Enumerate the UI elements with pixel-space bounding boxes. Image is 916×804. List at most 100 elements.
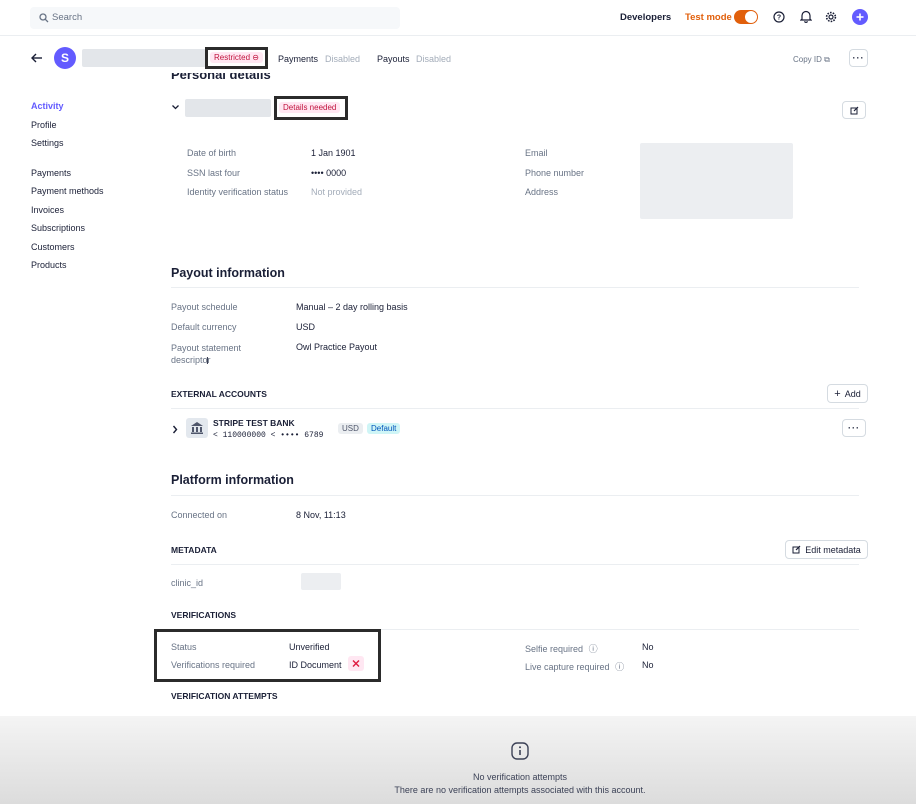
search-placeholder: Search [52,12,83,23]
live-capture-label: Live capture required ⓘ [525,660,624,673]
no-attempts-title: No verification attempts [472,772,568,782]
sidebar-item-activity[interactable]: Activity [31,101,151,120]
verification-attempts-heading: VERIFICATION ATTEMPTS [171,691,278,701]
sidebar-item-payment-methods[interactable]: Payment methods [31,186,151,205]
payouts-status: Disabled [416,54,452,64]
search-input[interactable]: Search [30,7,400,29]
test-mode-toggle[interactable] [734,10,758,24]
dob-value: 1 Jan 1901 [311,148,356,158]
copy-id-button[interactable]: Copy ID ⧉ [793,55,830,65]
account-more-button[interactable]: ··· [849,49,868,67]
restricted-icon: ⊖ [252,53,259,62]
clinic-id-label: clinic_id [171,578,204,588]
email-label: Email [525,148,548,158]
sidebar-item-payments[interactable]: Payments [31,168,151,187]
edit-metadata-button[interactable]: Edit metadata [785,540,868,559]
top-bar: Search Developers Test mode ? [0,0,916,36]
sidebar-item-customers[interactable]: Customers [31,242,151,261]
payout-schedule-value: Manual – 2 day rolling basis [296,302,408,312]
person-name-redacted [185,99,271,117]
details-needed-badge: Details needed [279,102,341,113]
copy-id-label: Copy ID [793,55,822,64]
clinic-id-redacted [301,573,341,590]
bank-currency-badge: USD [338,423,363,434]
sidebar-item-products[interactable]: Products [31,260,151,279]
bank-default-badge: Default [367,423,401,434]
verifications-heading: VERIFICATIONS [171,610,237,620]
metadata-divider [171,564,859,565]
verification-attempts-empty-state: No verification attempts There are no ve… [0,716,916,804]
platform-info-title: Platform information [171,473,294,487]
external-accounts-heading: EXTERNAL ACCOUNTS [171,389,267,399]
account-avatar: S [54,47,76,69]
collapse-chevron-icon[interactable] [171,104,180,111]
plus-icon [856,13,864,21]
toggle-knob [745,11,757,23]
search-icon [39,13,49,23]
add-external-account-button[interactable]: + Add [827,384,868,403]
test-mode-label: Test mode [685,12,732,23]
more-dots-icon: ··· [848,423,860,433]
copy-icon: ⧉ [824,55,830,64]
ssn-value: •••• 0000 [311,168,347,178]
payments-label: Payments [278,54,319,64]
edit-metadata-label: Edit metadata [805,544,861,555]
back-arrow-icon[interactable] [30,52,43,64]
metadata-heading: METADATA [171,545,217,555]
required-x-icon [348,656,364,671]
info-circle-icon [511,742,529,760]
edit-person-button[interactable] [842,101,866,119]
status-value: Unverified [289,642,330,652]
default-currency-value: USD [296,322,316,332]
identity-status-label: Identity verification status [187,187,289,197]
text-cursor-icon: I [206,356,209,367]
default-currency-label: Default currency [171,322,237,332]
dob-label: Date of birth [187,148,237,158]
contact-info-redacted [640,143,793,219]
bank-number: < 110000000 < •••• 6789 [213,431,324,440]
add-label: Add [844,388,861,399]
live-capture-value: No [642,660,654,670]
payouts-label: Payouts [377,54,410,64]
external-accounts-divider [171,408,859,409]
phone-label: Phone number [525,168,585,178]
developers-link[interactable]: Developers [620,12,671,23]
platform-divider [171,495,859,496]
verifications-required-label: Verifications required [171,660,256,670]
sidebar-item-settings[interactable]: Settings [31,138,151,157]
personal-details-title: Personal details [171,73,271,82]
notifications-icon[interactable] [800,10,812,23]
edit-icon [850,106,858,114]
ssn-label: SSN last four [187,168,241,178]
expand-bank-chevron-icon[interactable] [172,425,178,434]
selfie-required-label: Selfie required ⓘ [525,642,598,655]
sidebar: Activity Profile Settings Payments Payme… [31,101,151,279]
selfie-required-text: Selfie required [525,644,584,654]
connected-on-label: Connected on [171,510,228,520]
sidebar-item-subscriptions[interactable]: Subscriptions [31,223,151,242]
edit-icon [792,545,801,554]
settings-gear-icon[interactable] [825,11,837,23]
help-icon[interactable]: ? [773,11,785,23]
account-name-redacted [82,49,206,67]
connected-on-value: 8 Nov, 11:13 [296,510,346,520]
bank-more-button[interactable]: ··· [842,419,866,437]
sidebar-item-invoices[interactable]: Invoices [31,205,151,224]
payout-info-title: Payout information [171,266,285,280]
create-new-button[interactable] [852,9,868,25]
more-dots-icon: ··· [852,53,865,63]
personal-details-title-clip: Personal details [171,73,311,85]
verifications-required-value: ID Document [289,660,342,670]
sidebar-item-profile[interactable]: Profile [31,120,151,139]
address-label: Address [525,187,559,197]
verification-status-highlight [154,629,381,682]
live-capture-text: Live capture required [525,662,610,672]
selfie-required-value: No [642,642,654,652]
statement-descriptor-label: Payout statement descriptor [171,343,242,365]
restricted-badge: Restricted ⊖ [210,52,263,63]
payout-schedule-label: Payout schedule [171,302,238,312]
plus-icon: + [834,387,841,400]
payments-status: Disabled [325,54,361,64]
svg-text:?: ? [777,15,781,22]
